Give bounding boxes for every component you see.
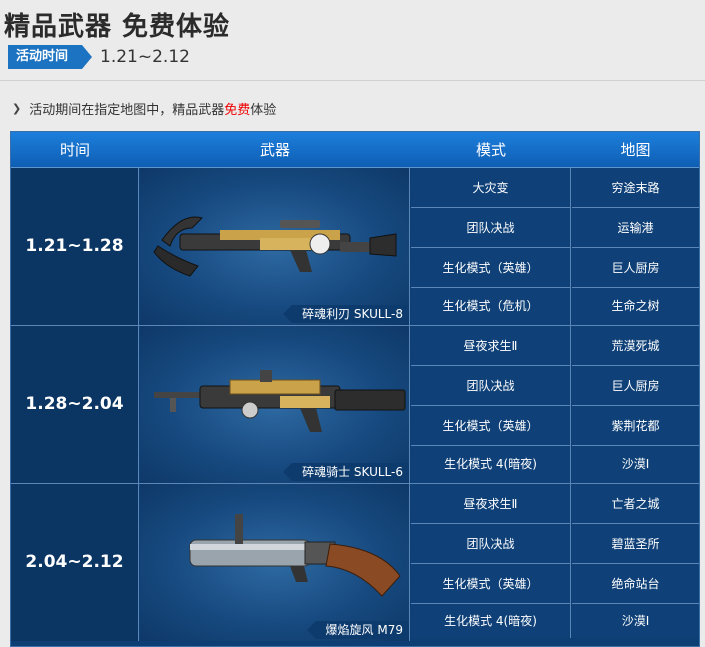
header-weapon: 武器 [259,141,290,159]
weapon-cell: 碎魂骑士 SKULL-6 [140,326,410,483]
m79-weapon-image [189,514,401,597]
map-cell: 碧蓝圣所 [572,524,699,564]
event-dates: 1.21~2.12 [100,47,190,67]
note-suffix: 体验 [250,103,277,118]
mode-cell: 生化模式 4(暗夜) [411,604,571,638]
map-cell: 绝命站台 [572,564,699,604]
row-time: 2.04~2.12 [11,484,139,641]
map-cell: 生命之树 [572,288,699,325]
weapon-label: 爆焰旋风 M79 [306,621,409,639]
mode-cell: 生化模式（英雄） [411,248,571,288]
map-cell: 沙漠Ⅰ [572,604,699,638]
map-cell: 亡者之城 [572,484,699,524]
map-cell: 紫荆花都 [572,406,699,446]
chevron-right-icon: ❯ [12,102,22,115]
event-time-tag: 活动时间 [8,45,93,69]
weapon-label: 碎魂利刃 SKULL-8 [283,305,409,323]
map-cell: 沙漠Ⅰ [572,446,699,483]
weapon-label: 碎魂骑士 SKULL-6 [283,463,409,481]
mode-cell: 团队决战 [411,208,571,248]
mode-cell: 昼夜求生Ⅱ [411,484,571,524]
table-row: 1.21~1.28 碎魂利刃 SKULL-8 大灾变 穷途末路 团队决战 运输港… [11,168,699,326]
mode-cell: 生化模式（英雄） [411,406,571,446]
map-cell: 巨人厨房 [572,366,699,406]
map-cell: 运输港 [572,208,699,248]
map-cell: 巨人厨房 [572,248,699,288]
weapon-cell: 爆焰旋风 M79 [140,484,410,641]
mode-cell: 大灾变 [411,168,571,208]
skull8-weapon-image [153,216,397,277]
header-time: 时间 [59,141,90,159]
weapon-schedule-table: 时间 武器 模式 地图 1.21~1.28 碎魂利刃 SKULL-8 大灾变 穷… [10,131,700,647]
event-time-row: 活动时间 1.21~2.12 [8,45,190,69]
note-highlight: 免费 [224,103,251,118]
map-cell: 穷途末路 [572,168,699,208]
table-row: 2.04~2.12 爆焰旋风 M79 昼夜求生Ⅱ 亡者之城 团队决战 碧蓝圣所 … [11,484,699,642]
header-divider [0,80,705,81]
map-cell: 荒漠死城 [572,326,699,366]
mode-cell: 团队决战 [411,366,571,406]
mode-cell: 昼夜求生Ⅱ [411,326,571,366]
event-note: ❯ 活动期间在指定地图中，精品武器 免费 体验 [12,99,276,118]
mode-cell: 生化模式 4(暗夜) [411,446,571,483]
page-title: 精品武器 免费体验 [4,12,231,42]
row-time: 1.21~1.28 [11,168,139,325]
table-header: 时间 武器 模式 地图 [11,132,699,168]
row-time: 1.28~2.04 [11,326,139,483]
skull6-weapon-image [154,370,406,432]
header-mode: 模式 [475,141,506,159]
weapon-cell: 碎魂利刃 SKULL-8 [140,168,410,325]
table-row: 1.28~2.04 碎魂骑士 SKULL-6 昼夜求生Ⅱ 荒漠死城 团队决战 巨… [11,326,699,484]
header-map: 地图 [620,141,651,159]
mode-cell: 团队决战 [411,524,571,564]
mode-cell: 生化模式（英雄） [411,564,571,604]
mode-cell: 生化模式（危机） [411,288,571,325]
note-prefix: 活动期间在指定地图中，精品武器 [29,103,225,118]
